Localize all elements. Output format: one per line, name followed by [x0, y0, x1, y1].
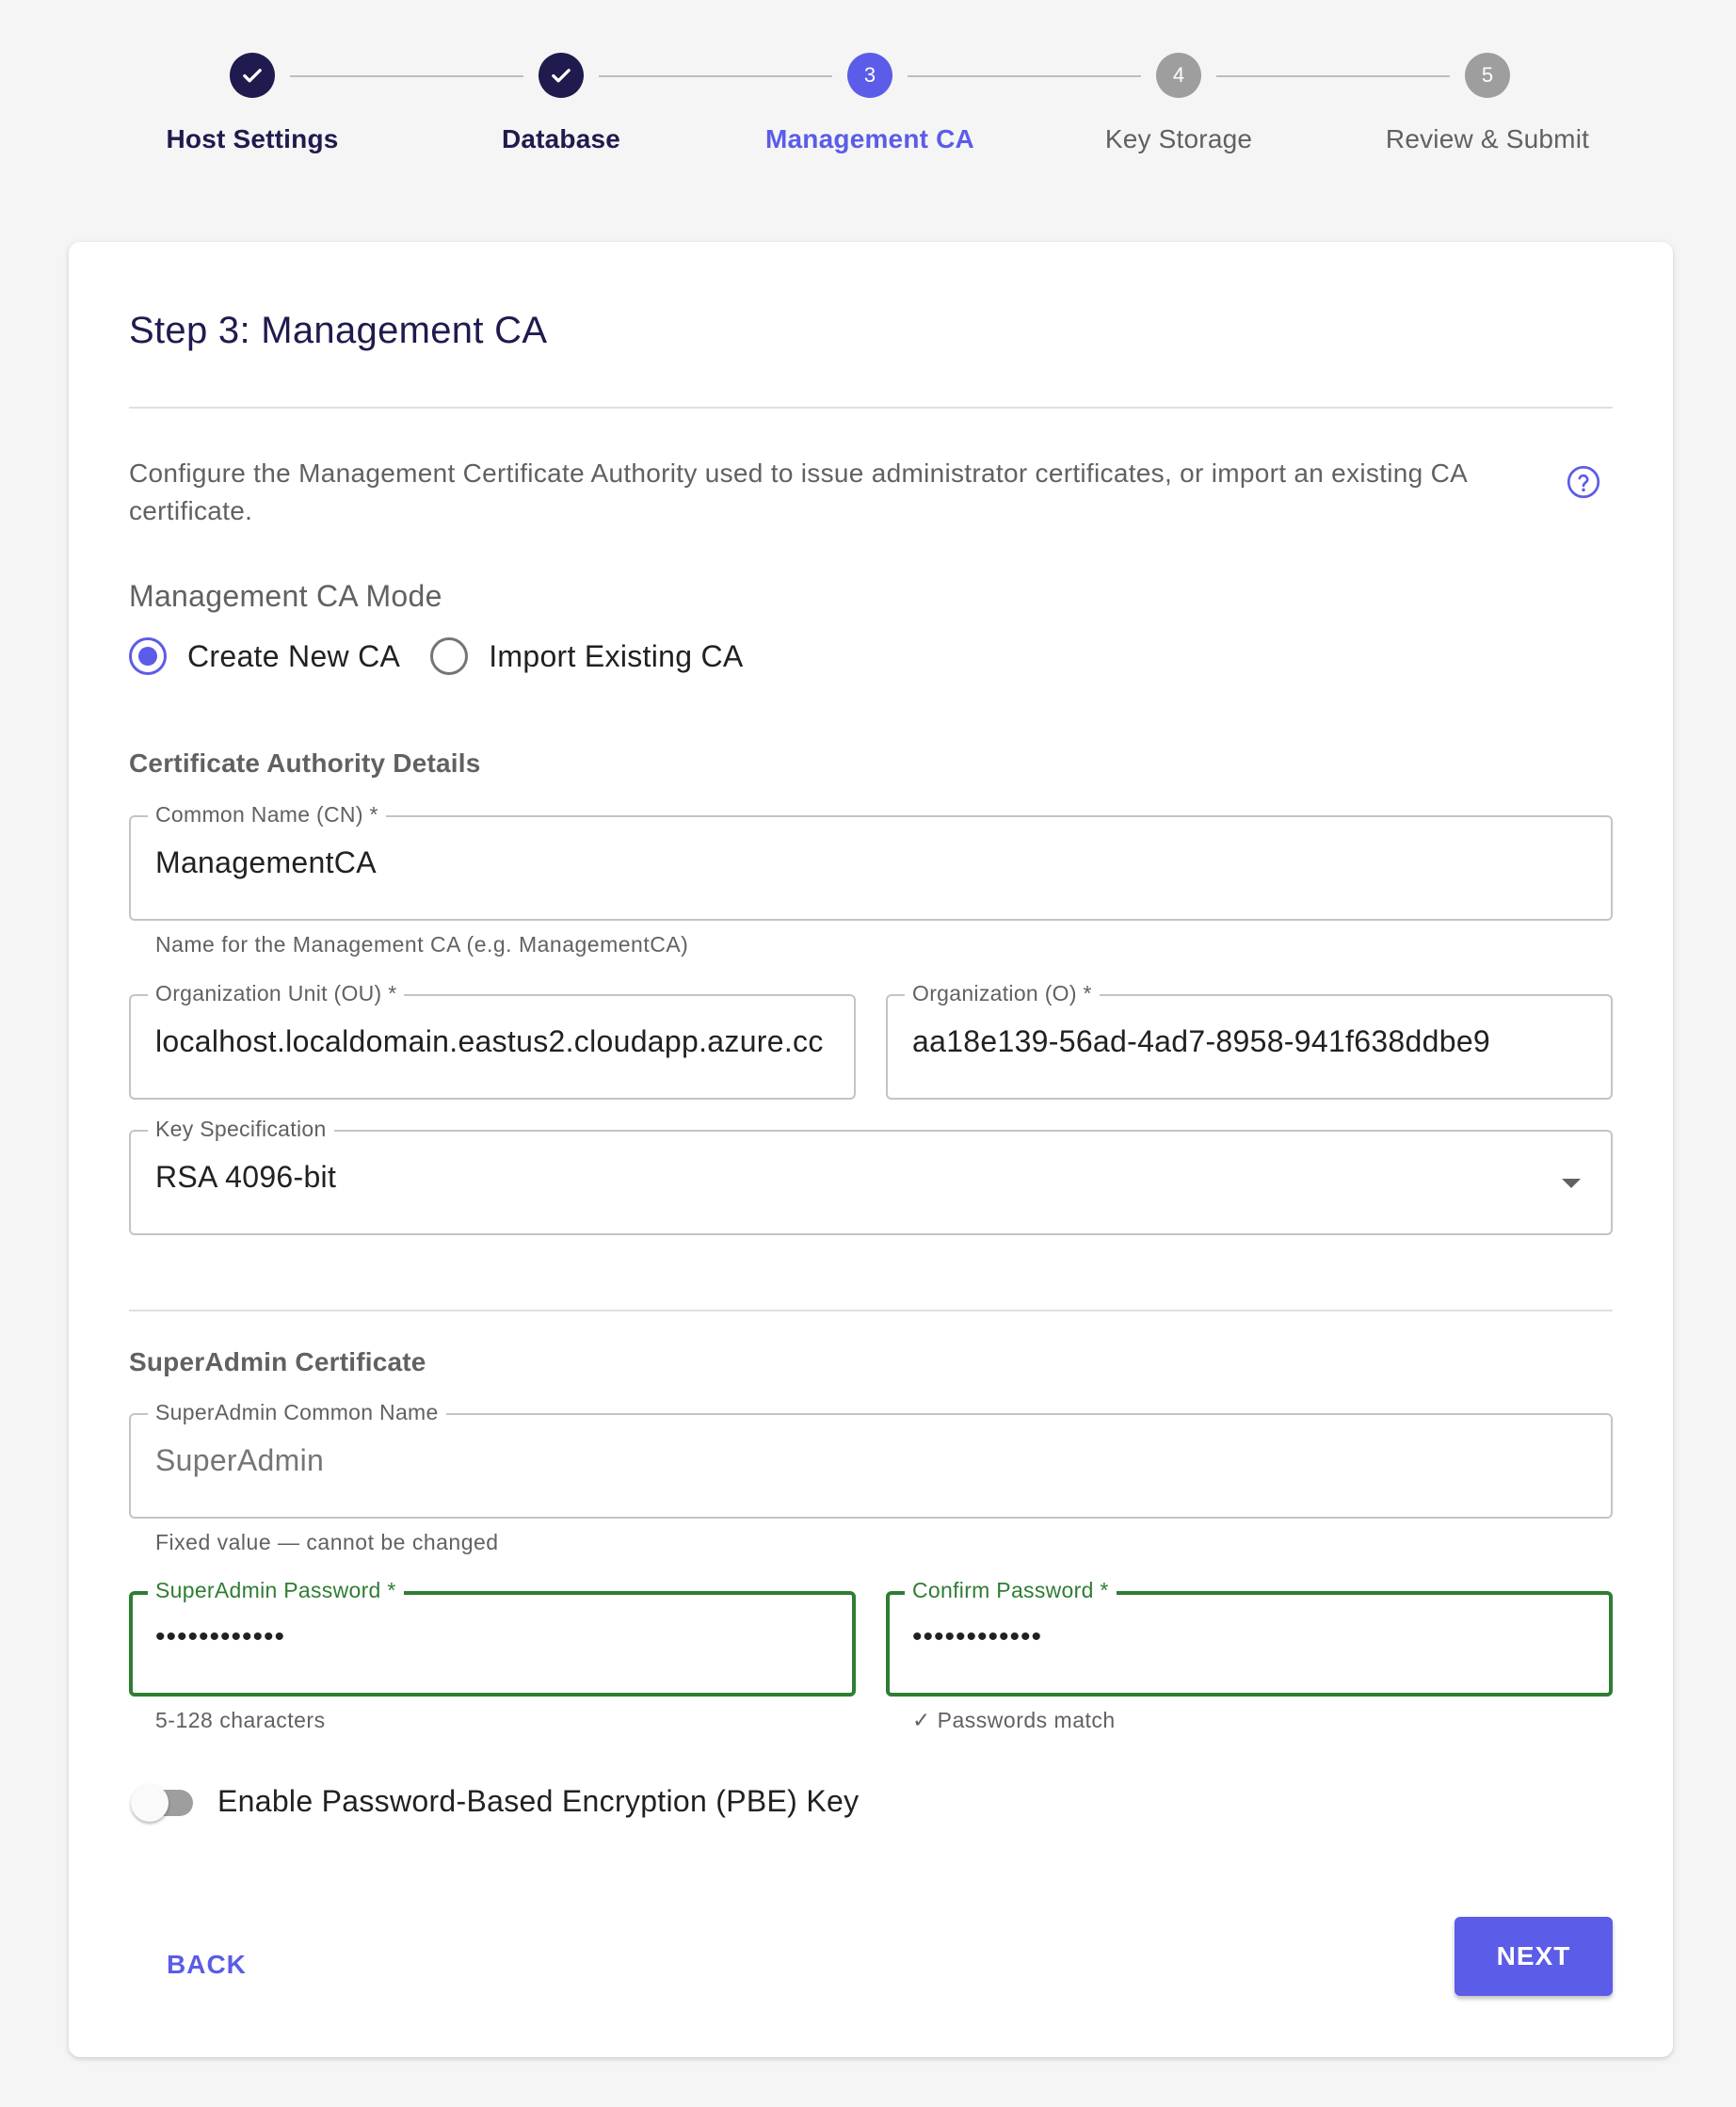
field-label: Organization (O) *: [905, 981, 1100, 1006]
divider: [129, 1310, 1613, 1311]
common-name-field[interactable]: Common Name (CN) * ManagementCA: [129, 802, 1613, 921]
superadmin-heading: SuperAdmin Certificate: [129, 1347, 426, 1376]
org-unit-input[interactable]: localhost.localdomain.eastus2.cloudapp.a…: [155, 1024, 829, 1059]
pbe-toggle-label: Enable Password-Based Encryption (PBE) K…: [217, 1784, 860, 1818]
step-label: Database: [501, 124, 621, 153]
common-name-input[interactable]: ManagementCA: [155, 845, 1586, 880]
check-icon: [230, 53, 275, 98]
radio-unchecked-icon[interactable]: [430, 637, 469, 675]
field-label: Common Name (CN) *: [148, 802, 386, 828]
step-description: Configure the Management Certificate Aut…: [129, 458, 1467, 525]
radio-import-existing-ca[interactable]: Import Existing CA: [430, 637, 743, 675]
field-label: Confirm Password *: [905, 1578, 1117, 1603]
radio-checked-icon[interactable]: [129, 637, 167, 675]
step-review-submit[interactable]: 5 Review & Submit: [1333, 53, 1642, 154]
check-icon: [538, 53, 584, 98]
field-label: SuperAdmin Common Name: [148, 1400, 446, 1425]
field-label: SuperAdmin Password *: [148, 1578, 404, 1603]
radio-create-new-ca[interactable]: Create New CA: [129, 637, 400, 675]
passwords-match-text: ✓ Passwords match: [912, 1708, 1116, 1732]
confirm-password-input[interactable]: ••••••••••••: [912, 1621, 1584, 1653]
next-button[interactable]: NEXT: [1455, 1917, 1613, 1996]
dropdown-arrow-icon[interactable]: [1562, 1179, 1581, 1188]
toggle-thumb[interactable]: [131, 1784, 169, 1822]
step-label: Host Settings: [166, 124, 339, 153]
mode-radio-group: Create New CA Import Existing CA: [129, 637, 774, 675]
radio-label: Create New CA: [187, 638, 401, 673]
step-host-settings[interactable]: Host Settings: [98, 53, 407, 154]
superadmin-cn-field: SuperAdmin Common Name SuperAdmin: [129, 1400, 1613, 1519]
helper-text: 5-128 characters: [155, 1708, 326, 1732]
radio-label: Import Existing CA: [489, 638, 744, 673]
password-input[interactable]: ••••••••••••: [155, 1621, 828, 1653]
step-database[interactable]: Database: [407, 53, 715, 154]
helper-text: Name for the Management CA (e.g. Managem…: [155, 932, 689, 957]
page-title: Step 3: Management CA: [129, 310, 548, 351]
step-number: 4: [1156, 53, 1201, 98]
step-label: Management CA: [765, 124, 974, 153]
step-label: Review & Submit: [1385, 124, 1590, 153]
field-label: Key Specification: [148, 1117, 334, 1142]
step-number: 3: [847, 53, 892, 98]
help-circle-icon[interactable]: [1567, 465, 1600, 499]
stepper: Host Settings Database 3 Management CA 4…: [0, 0, 1736, 188]
pbe-toggle[interactable]: [129, 1784, 201, 1822]
divider: [129, 407, 1613, 409]
step-label: Key Storage: [1104, 124, 1253, 153]
key-spec-value[interactable]: RSA 4096-bit: [155, 1160, 1586, 1195]
ca-details-heading: Certificate Authority Details: [129, 748, 481, 778]
mode-label: Management CA Mode: [129, 579, 442, 613]
organization-input[interactable]: aa18e139-56ad-4ad7-8958-941f638ddbe9: [912, 1024, 1586, 1059]
organization-field[interactable]: Organization (O) * aa18e139-56ad-4ad7-89…: [886, 981, 1613, 1100]
superadmin-password-field[interactable]: SuperAdmin Password * ••••••••••••: [129, 1578, 856, 1697]
org-unit-field[interactable]: Organization Unit (OU) * localhost.local…: [129, 981, 856, 1100]
helper-text: Fixed value — cannot be changed: [155, 1530, 499, 1554]
key-spec-select[interactable]: Key Specification RSA 4096-bit: [129, 1117, 1613, 1235]
step-number: 5: [1465, 53, 1510, 98]
step-key-storage[interactable]: 4 Key Storage: [1024, 53, 1333, 154]
confirm-password-field[interactable]: Confirm Password * ••••••••••••: [886, 1578, 1613, 1697]
superadmin-cn-input: SuperAdmin: [155, 1443, 325, 1477]
step-management-ca[interactable]: 3 Management CA: [715, 53, 1024, 154]
management-ca-card: Step 3: Management CA Configure the Mana…: [69, 242, 1673, 2057]
field-label: Organization Unit (OU) *: [148, 981, 405, 1006]
back-button[interactable]: BACK: [152, 1937, 262, 1993]
